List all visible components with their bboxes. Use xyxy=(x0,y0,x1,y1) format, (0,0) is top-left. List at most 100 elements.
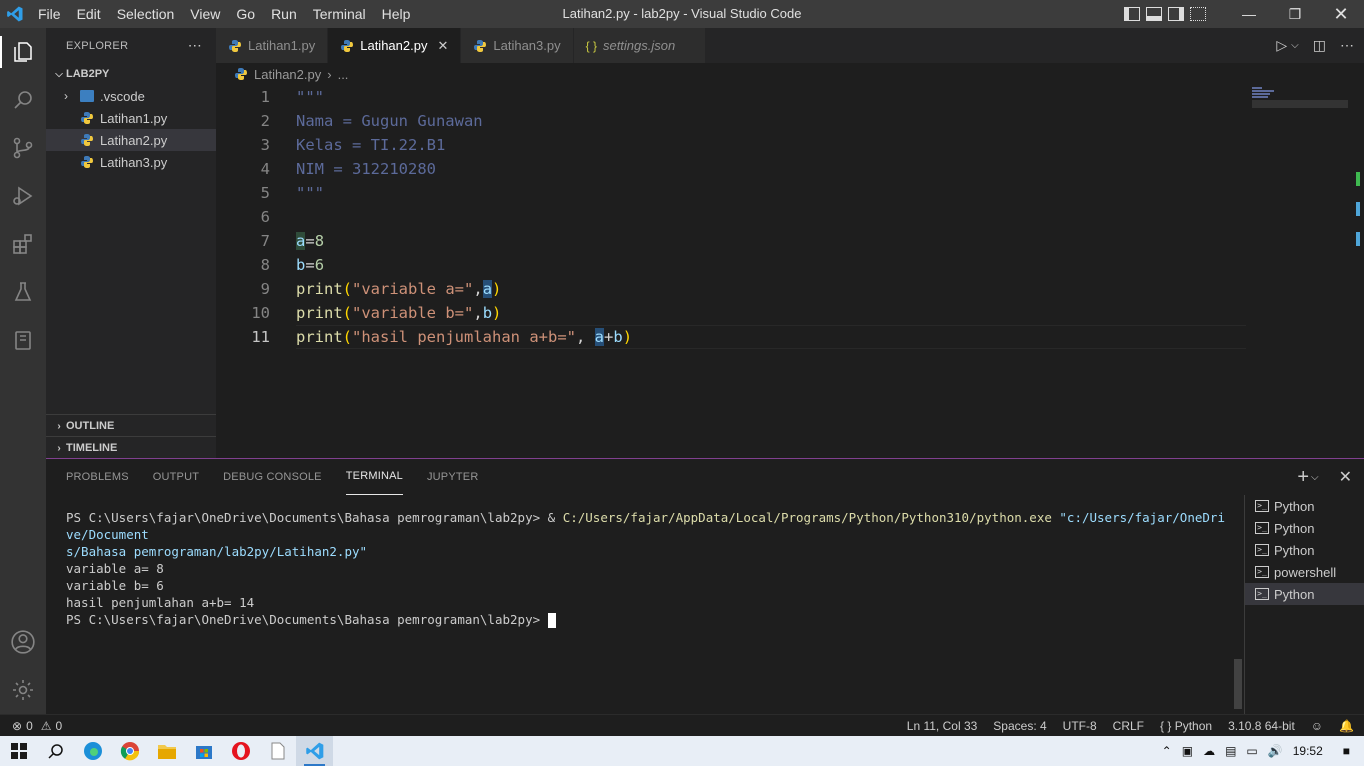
meet-now-icon[interactable]: ▣ xyxy=(1182,744,1193,758)
extensions-icon[interactable] xyxy=(0,220,46,268)
tree-item-vscode-folder[interactable]: › .vscode xyxy=(46,85,216,107)
file-explorer-icon[interactable] xyxy=(148,736,185,766)
terminal-line: PS C:\Users\fajar\OneDrive\Documents\Bah… xyxy=(66,510,1225,542)
battery-icon[interactable]: ▭ xyxy=(1246,744,1257,758)
menu-go[interactable]: Go xyxy=(228,0,263,28)
search-icon[interactable] xyxy=(0,76,46,124)
blank-document-icon[interactable] xyxy=(259,736,296,766)
chevron-down-icon[interactable]: ⌵ xyxy=(1291,40,1299,51)
explorer-icon[interactable] xyxy=(0,28,46,76)
vscode-taskbar-icon[interactable] xyxy=(296,736,333,766)
windows-taskbar: ⌃ ▣ ☁ ▤ ▭ 🔊 19:52 ■ xyxy=(0,736,1364,766)
menu-terminal[interactable]: Terminal xyxy=(305,0,374,28)
tab-latihan2[interactable]: Latihan2.py ✕ xyxy=(328,28,462,63)
minimize-button[interactable]: — xyxy=(1226,0,1272,28)
line-number: 4 xyxy=(260,160,270,178)
python-interpreter[interactable]: 3.10.8 64-bit xyxy=(1228,719,1295,733)
tab-problems[interactable]: PROBLEMS xyxy=(66,459,129,495)
menu-help[interactable]: Help xyxy=(374,0,419,28)
chevron-right-icon: › xyxy=(57,420,61,432)
menu-selection[interactable]: Selection xyxy=(109,0,183,28)
chevron-down-icon[interactable]: ⌵ xyxy=(1311,472,1319,483)
encoding[interactable]: UTF-8 xyxy=(1063,719,1097,733)
notifications-bell-icon[interactable]: 🔔 xyxy=(1339,719,1354,733)
customize-layout-icon[interactable] xyxy=(1190,7,1206,21)
run-python-icon[interactable]: ▷ xyxy=(1276,37,1287,54)
close-window-button[interactable]: ✕ xyxy=(1318,0,1364,28)
network-icon[interactable]: ▤ xyxy=(1225,744,1236,758)
terminal-item[interactable]: >_ Python xyxy=(1245,495,1364,517)
clock-time[interactable]: 19:52 xyxy=(1293,744,1323,758)
timeline-label: TIMELINE xyxy=(66,442,118,454)
minimap[interactable] xyxy=(1252,85,1348,108)
end-of-line[interactable]: CRLF xyxy=(1113,719,1144,733)
menu-run[interactable]: Run xyxy=(263,0,305,28)
chevron-down-icon: ⌵ xyxy=(55,68,63,80)
tab-debug-console[interactable]: DEBUG CONSOLE xyxy=(223,459,322,495)
split-editor-icon[interactable]: ◫ xyxy=(1313,37,1326,54)
chevron-up-icon[interactable]: ⌃ xyxy=(1162,744,1172,758)
notification-center-icon[interactable]: ■ xyxy=(1343,744,1350,758)
remote-explorer-icon[interactable] xyxy=(0,316,46,364)
terminal-item[interactable]: >_ Python xyxy=(1245,583,1364,605)
tab-output[interactable]: OUTPUT xyxy=(153,459,199,495)
terminal-item[interactable]: >_ powershell xyxy=(1245,561,1364,583)
run-debug-icon[interactable] xyxy=(0,172,46,220)
toggle-sidebar-icon[interactable] xyxy=(1124,7,1140,21)
breadcrumb-more[interactable]: ... xyxy=(338,67,349,82)
tab-latihan1[interactable]: Latihan1.py xyxy=(216,28,329,63)
language-mode[interactable]: { } Python xyxy=(1160,719,1212,733)
outline-section[interactable]: › OUTLINE xyxy=(46,414,216,437)
terminal-item[interactable]: >_ Python xyxy=(1245,539,1364,561)
toggle-panel-icon[interactable] xyxy=(1146,7,1162,21)
tab-terminal[interactable]: TERMINAL xyxy=(345,459,403,495)
terminal-output[interactable]: PS C:\Users\fajar\OneDrive\Documents\Bah… xyxy=(66,509,1226,628)
opera-browser-icon[interactable] xyxy=(222,736,259,766)
terminal-scrollbar[interactable] xyxy=(1234,659,1242,709)
problems-indicator[interactable]: ⊗ 0 ⚠ 0 xyxy=(0,719,62,733)
tab-jupyter[interactable]: JUPYTER xyxy=(427,459,479,495)
menu-file[interactable]: File xyxy=(30,0,69,28)
scroll-marker xyxy=(1356,172,1360,186)
accounts-icon[interactable] xyxy=(0,618,46,666)
feedback-icon[interactable]: ☺ xyxy=(1311,719,1323,733)
edge-browser-icon[interactable] xyxy=(74,736,111,766)
restore-button[interactable]: ❐ xyxy=(1272,0,1318,28)
terminal-line: hasil penjumlahan a+b= 14 xyxy=(66,595,255,610)
onedrive-icon[interactable]: ☁ xyxy=(1203,744,1215,758)
tree-item-latihan1[interactable]: Latihan1.py xyxy=(46,107,216,129)
code-editor[interactable]: 1 """ 2 Nama = Gugun Gunawan 3 Kelas = TI.2… xyxy=(216,85,1364,458)
code-line: 3 Kelas = TI.22.B1 xyxy=(216,133,1364,157)
menu-view[interactable]: View xyxy=(182,0,228,28)
toggle-secondary-sidebar-icon[interactable] xyxy=(1168,7,1184,21)
indentation[interactable]: Spaces: 4 xyxy=(993,719,1046,733)
source-control-icon[interactable] xyxy=(0,124,46,172)
timeline-section[interactable]: › TIMELINE xyxy=(46,436,216,459)
close-panel-icon[interactable]: ✕ xyxy=(1339,467,1352,487)
manage-gear-icon[interactable] xyxy=(0,666,46,714)
windows-start-icon[interactable] xyxy=(0,736,37,766)
more-actions-icon[interactable]: ⋯ xyxy=(188,37,202,54)
terminal-icon: >_ xyxy=(1255,588,1269,600)
code-text: """ xyxy=(296,88,324,106)
terminal-item[interactable]: >_ Python xyxy=(1245,517,1364,539)
new-terminal-icon[interactable]: + xyxy=(1297,466,1309,489)
testing-icon[interactable] xyxy=(0,268,46,316)
menu-edit[interactable]: Edit xyxy=(69,0,109,28)
close-tab-icon[interactable]: ✕ xyxy=(437,38,448,54)
search-icon[interactable] xyxy=(37,736,74,766)
chrome-browser-icon[interactable] xyxy=(111,736,148,766)
code-text: print("variable b=",b) xyxy=(296,304,502,322)
microsoft-store-icon[interactable] xyxy=(185,736,222,766)
tree-item-latihan2[interactable]: Latihan2.py xyxy=(46,129,216,151)
more-actions-icon[interactable]: ⋯ xyxy=(1340,37,1354,54)
project-folder-header[interactable]: ⌵ LAB2PY xyxy=(46,63,216,85)
volume-icon[interactable]: 🔊 xyxy=(1268,744,1283,758)
menu-bar: File Edit Selection View Go Run Terminal… xyxy=(30,0,418,28)
tab-settings-json[interactable]: { } settings.json xyxy=(573,28,707,63)
tab-latihan3[interactable]: Latihan3.py xyxy=(461,28,574,63)
cursor-position[interactable]: Ln 11, Col 33 xyxy=(907,719,978,733)
breadcrumb-file[interactable]: Latihan2.py xyxy=(254,67,321,82)
panel-tabs: PROBLEMS OUTPUT DEBUG CONSOLE TERMINAL J… xyxy=(46,459,1364,495)
tree-item-latihan3[interactable]: Latihan3.py xyxy=(46,151,216,173)
